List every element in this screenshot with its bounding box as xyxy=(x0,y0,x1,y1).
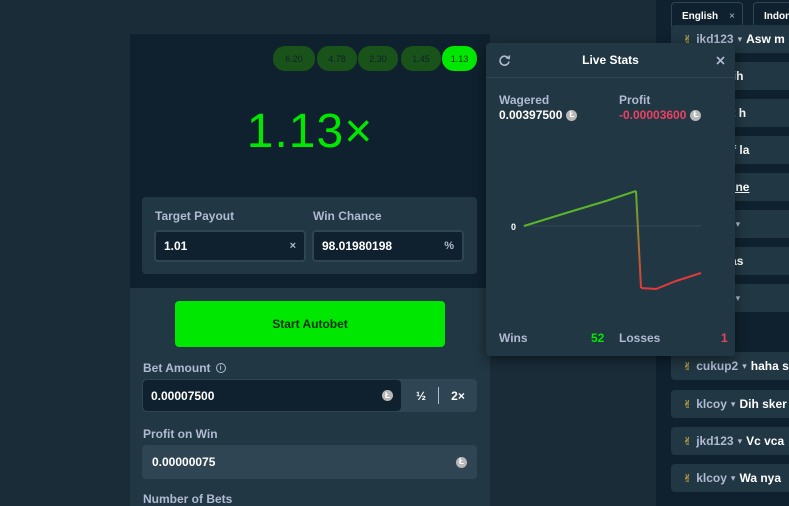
profit-value: -0.00003600 xyxy=(619,108,687,122)
chevron-down-icon[interactable]: ▾ xyxy=(736,219,741,230)
recent-result-pill[interactable]: 1.13 xyxy=(442,46,477,71)
payout-calculator: Target Payout 1.01 × Win Chance 98.01980… xyxy=(142,197,477,274)
chat-message-text: Asw m xyxy=(746,32,785,46)
chevron-down-icon[interactable]: ▾ xyxy=(742,361,747,372)
language-label: English xyxy=(682,10,719,22)
chevron-down-icon[interactable]: ▾ xyxy=(738,436,743,447)
start-autobet-button[interactable]: Start Autobet xyxy=(175,301,445,347)
vip-badge-icon: ✌ xyxy=(683,398,693,411)
wagered-value: 0.00397500 xyxy=(499,108,563,122)
win-chance-input[interactable]: 98.01980198 % xyxy=(312,230,464,262)
language-label: Indon xyxy=(764,10,789,22)
bet-amount-value: 0.00007500 xyxy=(151,388,215,403)
recent-result-pill[interactable]: 6.20 xyxy=(273,46,315,71)
live-stats-title: Live Stats xyxy=(582,53,639,67)
chevron-down-icon[interactable]: ▾ xyxy=(736,293,741,304)
close-icon[interactable]: × xyxy=(729,11,735,22)
profit-on-win-value: 0.00000075 xyxy=(152,455,216,469)
profit-on-win-input[interactable]: 0.00000075 Ł xyxy=(142,445,477,479)
vip-badge-icon: ✌ xyxy=(683,472,693,485)
live-stats-panel: Live Stats Wagered 0.00397500 Ł Profit -… xyxy=(486,43,735,356)
profit-line-gain xyxy=(523,190,637,227)
chat-message: ✌ jkd123 ▾ Vc vca xyxy=(671,427,789,455)
number-of-bets-label: Number of Bets xyxy=(143,492,233,506)
recent-result-pill[interactable]: 2.30 xyxy=(358,46,398,71)
multiplier-display: 1.13× xyxy=(246,105,374,158)
chevron-down-icon[interactable]: ▾ xyxy=(731,473,736,484)
zero-axis-label: 0 xyxy=(511,222,516,232)
litecoin-icon: Ł xyxy=(456,456,467,468)
profit-label: Profit xyxy=(619,93,651,107)
chat-username[interactable]: klcoy xyxy=(696,471,727,485)
litecoin-icon: Ł xyxy=(382,390,393,401)
bet-amount-label-row: Bet Amount i xyxy=(143,361,226,375)
recent-result-pill[interactable]: 1.45 xyxy=(401,46,441,71)
vip-badge-icon: ✌ xyxy=(683,360,693,373)
litecoin-icon: Ł xyxy=(690,109,702,121)
bet-amount-label: Bet Amount xyxy=(143,361,211,375)
chat-username[interactable]: klcoy xyxy=(696,397,727,411)
target-payout-label: Target Payout xyxy=(155,209,235,223)
close-icon[interactable] xyxy=(716,56,725,65)
bet-amount-input[interactable]: 0.00007500 Ł xyxy=(143,380,401,411)
half-bet-button[interactable]: ½ xyxy=(404,379,438,412)
chat-message-text: Dih sker xyxy=(739,397,787,411)
profit-on-win-label: Profit on Win xyxy=(143,427,218,441)
losses-label: Losses xyxy=(619,331,661,345)
recent-result-pill[interactable]: 4.78 xyxy=(317,46,357,71)
multiplier-suffix: × xyxy=(289,240,296,252)
game-panel: 6.20 4.78 2.30 1.45 1.13 1.13× Target Payout… xyxy=(130,34,490,506)
wagered-row: 0.00397500 Ł xyxy=(499,108,578,122)
chat-message: ✌ cukup2 ▾ haha s xyxy=(671,352,789,380)
chevron-down-icon[interactable]: ▾ xyxy=(731,399,736,410)
chat-username[interactable]: cukup2 xyxy=(696,359,738,373)
target-payout-input[interactable]: 1.01 × xyxy=(154,230,306,262)
profit-line-loss xyxy=(640,272,702,291)
chat-message: ✌ klcoy ▾ Dih sker xyxy=(671,390,789,418)
target-payout-value: 1.01 xyxy=(164,239,188,253)
chevron-down-icon[interactable]: ▾ xyxy=(738,34,743,45)
wins-label: Wins xyxy=(499,331,528,345)
info-icon[interactable]: i xyxy=(215,363,226,373)
profit-chart: 0 xyxy=(511,190,702,291)
wagered-label: Wagered xyxy=(499,93,550,107)
vip-badge-icon: ✌ xyxy=(683,435,693,448)
percent-suffix: % xyxy=(444,240,454,252)
profit-line-drop xyxy=(635,190,642,289)
litecoin-icon: Ł xyxy=(566,109,578,121)
losses-value: 1 xyxy=(721,331,728,345)
chat-message-text: Vc vca xyxy=(746,434,785,448)
wins-value: 52 xyxy=(591,331,605,345)
win-chance-value: 98.01980198 xyxy=(322,239,393,253)
chat-message-text: Wa nya xyxy=(739,471,782,485)
chat-message: ✌ klcoy ▾ Wa nya xyxy=(671,464,789,492)
chat-message-text: haha s xyxy=(750,359,789,373)
win-chance-label: Win Chance xyxy=(313,209,382,223)
chat-username[interactable]: jkd123 xyxy=(696,434,733,448)
profit-row: -0.00003600 Ł xyxy=(619,108,702,122)
bet-amount-row: 0.00007500 Ł ½ 2× xyxy=(142,379,477,412)
live-stats-header: Live Stats xyxy=(486,43,735,78)
double-bet-button[interactable]: 2× xyxy=(439,379,477,412)
